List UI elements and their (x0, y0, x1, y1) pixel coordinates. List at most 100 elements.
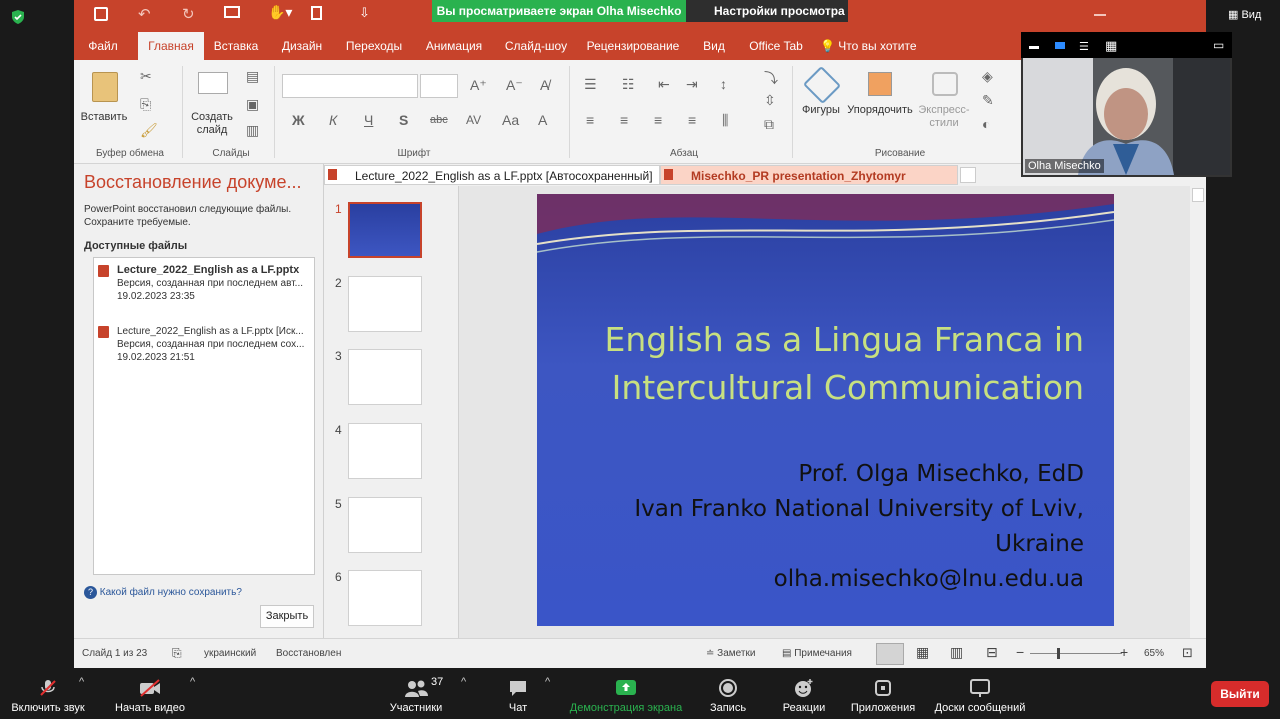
mute-button[interactable]: Включить звук (6, 668, 90, 719)
zoom-slider[interactable] (1030, 653, 1122, 654)
notes-button[interactable]: ≐ Заметки (706, 648, 755, 659)
current-slide[interactable]: English as a Lingua Franca in Intercultu… (537, 194, 1114, 626)
smartart-icon[interactable]: ⧉ (764, 116, 774, 133)
window-min-icon[interactable] (1094, 14, 1106, 16)
slide-thumbnail-5[interactable] (348, 497, 422, 553)
font-name-input[interactable] (282, 74, 418, 98)
recovery-help-link[interactable]: ? Какой файл нужно сохранить? (84, 586, 242, 599)
tab-slideshow[interactable]: Слайд-шоу (502, 32, 570, 60)
audio-options-icon[interactable]: ^ (79, 676, 84, 688)
bold-icon[interactable]: Ж (292, 112, 305, 128)
align-text-icon[interactable]: ⇳ (764, 92, 776, 109)
quick-styles-icon[interactable] (932, 72, 958, 96)
arrange-button[interactable]: Упорядочить (844, 104, 916, 117)
paste-button[interactable]: Вставить (80, 111, 128, 124)
decrease-indent-icon[interactable]: ⇤ (658, 76, 670, 93)
leave-meeting-button[interactable]: Выйти (1211, 681, 1269, 707)
tab-file[interactable]: Файл (80, 32, 126, 60)
slideshow-icon[interactable] (224, 6, 240, 18)
slide-thumbnail-2[interactable] (348, 276, 422, 332)
tab-office-tab[interactable]: Office Tab (746, 32, 806, 60)
slide-thumbnail-1[interactable] (348, 202, 422, 258)
arrange-icon[interactable] (868, 72, 892, 96)
cut-icon[interactable]: ✂ (140, 68, 152, 85)
chat-button[interactable]: Чат (496, 668, 540, 719)
tell-me-search[interactable]: 💡 Что вы хотите сделать? (820, 32, 960, 81)
spellcheck-icon[interactable]: ⎘ (172, 646, 182, 661)
tab-animation[interactable]: Анимация (422, 32, 486, 60)
new-slide-button[interactable]: Создать слайд (188, 111, 236, 137)
columns-icon[interactable]: ⫼ (722, 112, 728, 129)
tab-insert[interactable]: Вставка (210, 32, 262, 60)
clear-format-icon[interactable]: A̸ (540, 77, 549, 93)
whiteboards-button[interactable]: Доски сообщений (928, 668, 1032, 719)
align-right-icon[interactable]: ≡ (654, 112, 662, 128)
tab-review[interactable]: Рецензирование (586, 32, 680, 60)
paste-icon[interactable] (92, 72, 118, 102)
font-size-input[interactable] (420, 74, 458, 98)
tab-view[interactable]: Вид (698, 32, 730, 60)
new-slide-icon[interactable] (198, 72, 228, 94)
shape-outline-icon[interactable]: ✎ (982, 92, 994, 109)
tab-transitions[interactable]: Переходы (342, 32, 406, 60)
save-icon[interactable] (94, 7, 108, 21)
view-button[interactable]: ▦ Вид (1228, 8, 1280, 26)
shape-effects-icon[interactable]: ◐ (982, 116, 990, 132)
reset-icon[interactable]: ▣ (246, 96, 259, 113)
chat-options-icon[interactable]: ^ (545, 676, 550, 688)
vertical-scrollbar[interactable] (1190, 186, 1206, 638)
minimize-video-icon[interactable] (1029, 46, 1039, 49)
numbering-icon[interactable]: ☷ (622, 76, 635, 93)
speaker-view-icon[interactable]: ☰ (1079, 40, 1089, 53)
quick-styles-button[interactable]: Экспресс-стили (912, 104, 976, 130)
shapes-button[interactable]: Фигуры (796, 104, 846, 117)
new-doc-icon[interactable] (311, 6, 322, 20)
recovery-close-button[interactable]: Закрыть (260, 605, 314, 628)
doc-tab-presentation[interactable]: Misechko_PR presentation_Zhytomyr 2023.p… (660, 165, 958, 203)
language-indicator[interactable]: украинский (204, 648, 256, 659)
slide-thumbnail-4[interactable] (348, 423, 422, 479)
touch-mode-icon[interactable]: ✋▾ (268, 4, 292, 21)
record-button[interactable]: Запись (700, 668, 756, 719)
zoom-slider-thumb[interactable] (1057, 648, 1061, 659)
security-shield-icon[interactable] (10, 9, 26, 25)
doc-tab-lecture[interactable]: Lecture_2022_English as a LF.pptx [Автос… (324, 165, 660, 185)
text-direction-icon[interactable]: ⤵ (764, 68, 778, 88)
align-center-icon[interactable]: ≡ (620, 112, 628, 128)
section-icon[interactable]: ▥ (246, 122, 259, 139)
reading-view-icon[interactable]: ▥ (950, 644, 963, 661)
zoom-out-button[interactable]: − (1016, 644, 1024, 660)
line-spacing-icon[interactable]: ↕ (720, 76, 727, 92)
char-spacing-icon[interactable]: AV (466, 113, 481, 127)
video-options-icon[interactable]: ^ (190, 676, 195, 688)
justify-icon[interactable]: ≡ (688, 112, 696, 128)
participants-options-icon[interactable]: ^ (461, 676, 466, 688)
normal-view-button[interactable] (876, 643, 904, 665)
fit-to-window-icon[interactable]: ⊡ (1182, 645, 1193, 661)
redo-icon[interactable]: ↻ (182, 5, 195, 23)
undo-icon[interactable]: ↶ (138, 5, 151, 23)
view-options-button[interactable]: Настройки просмотра ⌄ (686, 0, 848, 40)
slide-thumbnail-6[interactable] (348, 570, 422, 626)
zoom-in-button[interactable]: + (1120, 644, 1128, 660)
new-tab-button[interactable] (960, 167, 976, 183)
format-painter-icon[interactable]: 🖌 (140, 122, 158, 139)
start-video-button[interactable]: Начать видео (108, 668, 192, 719)
zoom-level[interactable]: 65% (1144, 648, 1164, 659)
shadow-icon[interactable]: S (399, 112, 408, 128)
increase-indent-icon[interactable]: ⇥ (686, 76, 698, 93)
comments-button[interactable]: ▤ Примечания (782, 648, 852, 659)
recovered-file-item[interactable]: Lecture_2022_English as a LF.pptx [Иск..… (98, 325, 308, 364)
font-color-icon[interactable]: A (538, 112, 547, 128)
exit-fullscreen-icon[interactable]: ▭ (1213, 38, 1224, 52)
change-case-icon[interactable]: Aa (502, 112, 519, 128)
share-screen-button[interactable]: Демонстрация экрана (562, 668, 690, 719)
increase-font-icon[interactable]: A⁺ (470, 77, 487, 94)
customize-toolbar-icon[interactable]: ⇩ (359, 5, 370, 21)
slide-sorter-icon[interactable]: ▦ (916, 644, 929, 661)
underline-icon[interactable]: Ч (364, 112, 373, 128)
slideshow-view-icon[interactable]: ⊟ (986, 644, 998, 661)
bullets-icon[interactable]: ☰ (584, 76, 597, 93)
strikethrough-icon[interactable]: abc (430, 114, 448, 126)
copy-icon[interactable]: ⎘ (140, 96, 151, 113)
